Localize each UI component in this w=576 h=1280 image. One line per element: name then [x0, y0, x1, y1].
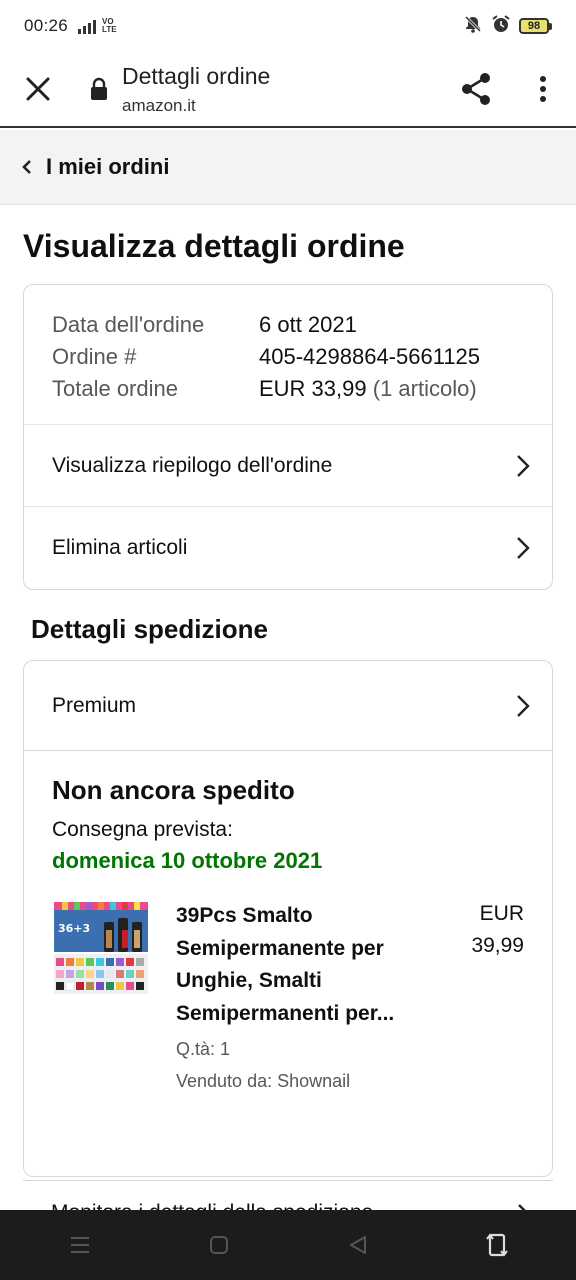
item-price: EUR 39,99 [471, 902, 524, 957]
volte-label: VO LTE [102, 17, 117, 34]
system-nav-bar [0, 1210, 576, 1280]
product-thumbnail[interactable]: 36+3 [52, 900, 152, 996]
delivery-date: domenica 10 ottobre 2021 [52, 848, 323, 873]
recents-button[interactable] [50, 1220, 110, 1270]
thumbnail-badge: 36+3 [58, 922, 90, 935]
home-button[interactable] [189, 1220, 249, 1270]
status-bar: 00:26 VO LTE 98 [0, 0, 576, 52]
summary-row-date: Data dell'ordine 6 ott 2021 [52, 312, 357, 337]
item-title-link[interactable]: 39Pcs Smalto Semipermanente per Unghie, … [176, 900, 396, 1030]
menu-icon [70, 1237, 89, 1253]
back-icon [349, 1236, 366, 1254]
order-item[interactable]: 36+3 39Pcs Smalto Semipermanente per Ung… [52, 900, 524, 1095]
mute-icon [463, 14, 483, 39]
rotate-button[interactable] [467, 1220, 527, 1270]
chevron-right-icon [517, 537, 530, 559]
network-indicator: VO LTE [78, 18, 120, 34]
summary-row-total: Totale ordine EUR 33,99 (1 articolo) [52, 376, 477, 401]
browser-domain: amazon.it [122, 95, 196, 115]
item-quantity: Q.tà: 1 [176, 1039, 231, 1059]
back-label: I miei ordini [46, 154, 170, 179]
chevron-left-icon [22, 160, 31, 174]
back-button[interactable] [328, 1220, 388, 1270]
back-to-orders-link[interactable]: I miei ordini [0, 130, 576, 205]
browser-toolbar: Dettagli ordine amazon.it [0, 52, 576, 128]
chevron-right-icon [517, 454, 530, 477]
lock-icon [76, 77, 122, 101]
delete-items-link[interactable]: Elimina articoli [24, 507, 552, 589]
delivery-label: Consegna prevista: [52, 818, 233, 841]
close-icon [26, 77, 50, 101]
shipment-details: Non ancora spedito Consegna prevista: do… [24, 751, 552, 1119]
summary-row-order-number: Ordine # 405-4298864-5661125 [52, 344, 481, 369]
rotate-icon [485, 1233, 508, 1257]
item-seller: Venduto da: Shownail [176, 1071, 351, 1091]
item-info: 39Pcs Smalto Semipermanente per Unghie, … [152, 900, 444, 1095]
close-button[interactable] [0, 51, 76, 127]
shipment-status: Non ancora spedito [52, 775, 295, 805]
share-icon [462, 73, 490, 105]
order-summary-card: Data dell'ordine 6 ott 2021 Ordine # 405… [23, 284, 553, 590]
view-order-summary-link[interactable]: Visualizza riepilogo dell'ordine [24, 425, 552, 507]
page-title: Visualizza dettagli ordine [23, 228, 405, 264]
item-count: (1 articolo) [372, 376, 477, 401]
chevron-right-icon [517, 694, 530, 717]
share-button[interactable] [442, 51, 510, 127]
more-vert-icon [540, 76, 546, 102]
shipment-card: Premium Non ancora spedito Consegna prev… [23, 660, 553, 1177]
browser-title: Dettagli ordine [122, 62, 271, 89]
shipping-section-title: Dettagli spedizione [31, 614, 268, 644]
order-summary: Data dell'ordine 6 ott 2021 Ordine # 405… [24, 285, 552, 425]
status-time: 00:26 [24, 16, 69, 35]
premium-shipping-row[interactable]: Premium [24, 661, 552, 751]
alarm-icon [491, 14, 511, 39]
more-options-button[interactable] [510, 51, 576, 127]
page-info[interactable]: Dettagli ordine amazon.it [122, 63, 442, 116]
order-total: EUR 33,99 [259, 376, 367, 401]
signal-icon [78, 20, 97, 34]
battery-icon: 98 [519, 18, 552, 34]
home-icon [209, 1236, 228, 1254]
